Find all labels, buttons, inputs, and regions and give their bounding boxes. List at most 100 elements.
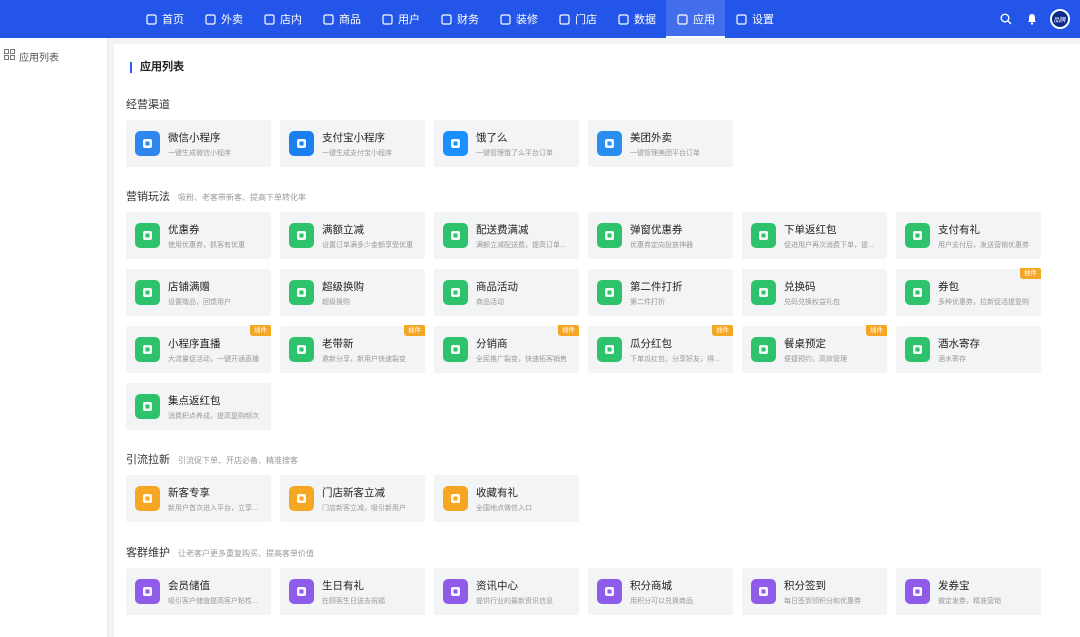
app-card-checkin[interactable]: 积分签到 每日签到领积分和优惠券 — [742, 568, 887, 615]
top-navigation-bar: 首页 外卖 店内 商品 用户 财务 装修 门店 数据 应用 设置 品牌 — [0, 0, 1080, 38]
app-card-desc: 全国地点微信入口 — [476, 505, 532, 512]
app-card-store-new[interactable]: 门店新客立减 门店新客立减，吸引新用户 — [280, 475, 425, 522]
wechat-miniapp-icon — [135, 131, 160, 156]
app-card-second-discount[interactable]: 第二件打折 第二件打折 — [588, 269, 733, 316]
nav-label: 财务 — [457, 14, 479, 26]
app-card-title: 配送费满减 — [476, 224, 529, 236]
invite-icon — [289, 337, 314, 362]
app-card-shop-gift[interactable]: 店铺满赠 设置赠品，回馈用户 — [126, 269, 271, 316]
nav-label: 商品 — [339, 14, 361, 26]
app-card-member-recharge[interactable]: 会员储值 吸引客户储值提高客户粘性... — [126, 568, 271, 615]
app-card-coupon[interactable]: 优惠券 使用优惠券，抓客有优惠 — [126, 212, 271, 259]
app-card-desc: 兑码兑换权益礼包 — [784, 299, 840, 306]
nav-item-user[interactable]: 用户 — [371, 0, 430, 38]
section-title: 客群维护 — [126, 547, 170, 559]
nav-label: 装修 — [516, 14, 538, 26]
app-card-birthday[interactable]: 生日有礼 在顾客生日送去祝福 — [280, 568, 425, 615]
plugin-badge: 插件 — [1020, 268, 1041, 279]
app-card-title: 支付有礼 — [938, 224, 980, 236]
member-recharge-icon — [135, 579, 160, 604]
app-card-desc: 微定发券，精准营销 — [938, 598, 1001, 605]
section-desc: 让老客户更多重复购买、提高客单价值 — [178, 549, 314, 558]
nav-item-shop[interactable]: 门店 — [548, 0, 607, 38]
nav-item-home[interactable]: 首页 — [135, 0, 194, 38]
sidebar-item-app-list[interactable]: 应用列表 — [4, 48, 59, 64]
nav-label: 设置 — [752, 14, 774, 26]
app-card-title: 商品活动 — [476, 281, 518, 293]
nav-item-takeout[interactable]: 外卖 — [194, 0, 253, 38]
app-card-popup-coupon[interactable]: 弹窗优惠券 优惠券定向投放神器 — [588, 212, 733, 259]
app-card-table-reserve[interactable]: 餐桌预定 便捷预约，高效管理 插件 — [742, 325, 887, 373]
app-card-desc: 一键管理饿了么平台订单 — [476, 150, 553, 157]
app-card-title: 第二件打折 — [630, 281, 683, 293]
shop-gift-icon — [135, 280, 160, 305]
app-card-title: 支付宝小程序 — [322, 132, 385, 144]
nav-item-finance[interactable]: 财务 — [430, 0, 489, 38]
app-card-distributor[interactable]: 分销商 全民推广裂变，快速拓客销售 插件 — [434, 325, 579, 373]
app-card-live[interactable]: 小程序直播 大流量促活动，一键开通直播 插件 — [126, 325, 271, 373]
nav-label: 用户 — [398, 14, 420, 26]
app-card-pay-gift[interactable]: 支付有礼 用户支付后，发送营销优惠券 — [896, 212, 1041, 259]
app-card-redeem-code[interactable]: 兑换码 兑码兑换权益礼包 — [742, 269, 887, 316]
app-card-alipay[interactable]: 支付宝小程序一键生成支付宝小程序 — [280, 120, 425, 167]
app-card-coupon-send[interactable]: 发券宝微定发券，精准营销 — [896, 568, 1041, 615]
app-card-points-redpack[interactable]: 集点返红包 消费积点养成，提高复购频次 — [126, 383, 271, 430]
app-card-desc: 促进用户再次消费下单，提... — [784, 242, 874, 249]
app-card-title: 积分签到 — [784, 580, 826, 592]
app-card-delivery-fee[interactable]: 配送费满减满额立减配送费，提高订单... — [434, 212, 579, 259]
app-card-liquor-storage[interactable]: 酒水寄存 酒水寄存 — [896, 326, 1041, 373]
popup-coupon-icon — [597, 223, 622, 248]
section-title: 营销玩法 — [126, 191, 170, 203]
app-card-desc: 吸引客户储值提高客户粘性... — [168, 598, 258, 605]
nav-item-goods[interactable]: 商品 — [312, 0, 371, 38]
app-card-news[interactable]: 资讯中心提供行业的最新资讯信息 — [434, 568, 579, 615]
app-card-desc: 邀新分享，新用户快速裂变 — [322, 356, 406, 363]
coupon-send-icon — [905, 579, 930, 604]
order-redpack-icon — [751, 223, 776, 248]
app-card-eleme[interactable]: 饿了么 一键管理饿了么平台订单 — [434, 120, 579, 167]
app-card-wechat-miniapp[interactable]: 微信小程序 一键生成微信小程序 — [126, 120, 271, 167]
app-card-desc: 满额立减配送费，提高订单... — [476, 242, 566, 249]
delivery-fee-icon — [443, 223, 468, 248]
app-card-title: 微信小程序 — [168, 132, 221, 144]
nav-item-decorate[interactable]: 装修 — [489, 0, 548, 38]
nav-item-data[interactable]: 数据 — [607, 0, 666, 38]
app-card-split-redpack[interactable]: 瓜分红包 下单瓜红包，分享好友，得... 插件 — [588, 325, 733, 373]
app-card-title: 超级换购 — [322, 281, 364, 293]
data-icon — [617, 13, 629, 25]
app-card-coupon-pack[interactable]: 券包 多种优惠券，拉新促活提复购 插件 — [896, 268, 1041, 316]
app-card-exchange[interactable]: 超级换购 超级换购 — [280, 269, 425, 316]
main-nav: 首页 外卖 店内 商品 用户 财务 装修 门店 数据 应用 设置 — [135, 0, 784, 38]
section-header: 客群维护 让老客户更多重复购买、提高客单价值 — [126, 544, 314, 560]
nav-item-settings[interactable]: 设置 — [725, 0, 784, 38]
nav-label: 首页 — [162, 14, 184, 26]
nav-item-apps[interactable]: 应用 — [666, 0, 725, 38]
nav-label: 应用 — [693, 14, 715, 26]
app-card-new-customer[interactable]: 新客专享 新用户首次进入平台，立享... — [126, 475, 271, 522]
app-card-title: 积分商城 — [630, 580, 672, 592]
app-card-points-mall[interactable]: 积分商城 用积分可以兑换商品 — [588, 568, 733, 615]
app-card-desc: 提供行业的最新资讯信息 — [476, 598, 553, 605]
app-card-invite[interactable]: 老带新 邀新分享，新用户快速裂变 插件 — [280, 325, 425, 373]
nav-item-store[interactable]: 店内 — [253, 0, 312, 38]
plugin-badge: 插件 — [866, 325, 887, 336]
app-card-favorite-gift[interactable]: 收藏有礼 全国地点微信入口 — [434, 475, 579, 522]
app-card-order-redpack[interactable]: 下单返红包 促进用户再次消费下单，提... — [742, 212, 887, 259]
app-card-desc: 一键生成支付宝小程序 — [322, 150, 392, 157]
bell-icon[interactable] — [1024, 11, 1040, 27]
app-card-goods-activity[interactable]: 商品活动 商品活动 — [434, 269, 579, 316]
meituan-icon — [597, 131, 622, 156]
app-card-desc: 多种优惠券，拉新促活提复购 — [938, 299, 1029, 306]
app-card-title: 资讯中心 — [476, 580, 518, 592]
app-card-desc: 新用户首次进入平台，立享... — [168, 505, 258, 512]
app-card-full-reduce[interactable]: 满额立减 设置订单满多少金额享受优惠 — [280, 212, 425, 259]
exchange-icon — [289, 280, 314, 305]
app-card-title: 发券宝 — [938, 580, 970, 592]
avatar[interactable]: 品牌 — [1050, 9, 1070, 29]
app-card-title: 老带新 — [322, 338, 354, 350]
search-icon[interactable] — [998, 11, 1014, 27]
second-discount-icon — [597, 280, 622, 305]
app-card-meituan[interactable]: 美团外卖 一键管理美团平台订单 — [588, 120, 733, 167]
store-new-icon — [289, 486, 314, 511]
nav-label: 外卖 — [221, 14, 243, 26]
